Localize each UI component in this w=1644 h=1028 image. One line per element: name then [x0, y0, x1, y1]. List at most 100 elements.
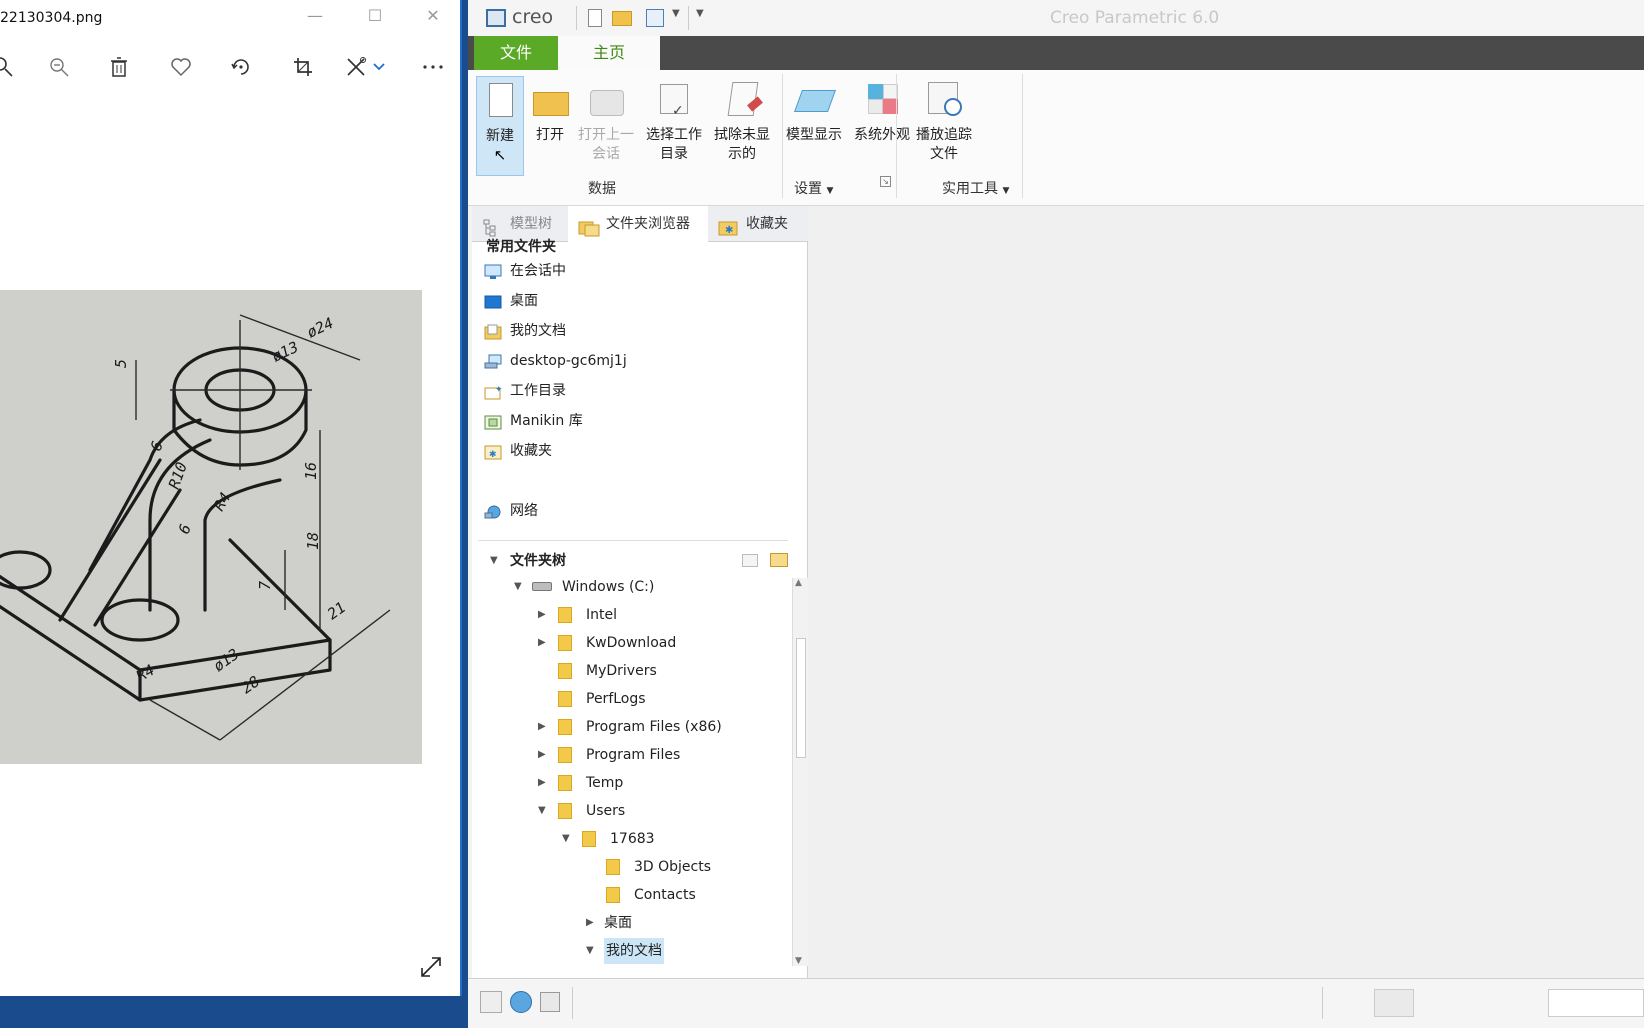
folder-tree-header[interactable]: ▼ 文件夹树: [490, 548, 790, 574]
folder-icon: [558, 775, 572, 791]
zoom-out-icon[interactable]: [44, 52, 74, 82]
customize-qat-icon[interactable]: ▼: [696, 8, 704, 19]
open-last-session-label-1: 打开上一: [578, 127, 634, 143]
chevron-down-icon[interactable]: [370, 52, 388, 82]
tree-node-desktop[interactable]: ▶ 桌面: [586, 910, 788, 936]
nav-item-computer[interactable]: desktop-gc6mj1j: [484, 348, 627, 374]
folder-icon: [558, 607, 572, 623]
working-directory-folder-icon: ✦: [484, 383, 503, 400]
dim-label: 7: [256, 581, 274, 590]
open-last-session-button[interactable]: 打开上一 会话: [574, 76, 638, 172]
tree-node-label: Contacts: [634, 887, 696, 903]
ribbon-separator: [896, 74, 897, 198]
nav-item-label: 桌面: [510, 293, 538, 309]
playback-trail-label-1: 播放追踪: [916, 127, 972, 143]
nav-item-favorites[interactable]: ✱ 收藏夹: [484, 438, 552, 464]
tree-node-windows-c[interactable]: ▼ Windows (C:): [514, 574, 784, 600]
tree-node-label: MyDrivers: [586, 663, 657, 679]
tree-node-3d-objects[interactable]: 3D Objects: [586, 854, 788, 880]
tree-scrollbar[interactable]: ▲ ▼: [792, 578, 808, 966]
desktop-icon: [484, 293, 502, 309]
nav-item-network[interactable]: 网络: [484, 498, 538, 524]
scroll-down-icon[interactable]: ▼: [795, 956, 802, 966]
tab-folder-browser[interactable]: 文件夹浏览器: [568, 206, 708, 243]
tree-node-mydrivers[interactable]: MyDrivers: [538, 658, 788, 684]
tree-node-users[interactable]: ▼ Users: [538, 798, 788, 824]
tree-node-17683[interactable]: ▼ 17683: [562, 826, 788, 852]
dialog-launcher-icon[interactable]: ↘: [880, 176, 891, 187]
zoom-in-icon[interactable]: [0, 52, 18, 82]
ribbon-home: 新建 ↖ 打开 打开上一 会话 ✓ 选择工作 目录 拭除未显 示的 数据 模型显…: [468, 70, 1644, 206]
tab-file[interactable]: 文件: [474, 36, 558, 70]
app-title: Creo Parametric 6.0: [1050, 8, 1220, 28]
delete-folder-icon[interactable]: [770, 553, 788, 567]
tab-home[interactable]: 主页: [558, 36, 660, 70]
browser-icon[interactable]: [510, 991, 532, 1013]
favorite-icon[interactable]: [166, 52, 196, 82]
collapse-arrow-icon: ▼: [562, 833, 570, 844]
full-screen-toggle-icon[interactable]: [540, 992, 560, 1012]
tree-node-label: Users: [586, 803, 626, 819]
tab-model-tree-label: 模型树: [510, 216, 552, 232]
tree-node-kwdownload[interactable]: ▶ KwDownload: [538, 630, 788, 656]
chevron-down-icon[interactable]: ▼: [672, 8, 680, 19]
tree-node-label: 桌面: [604, 915, 632, 931]
dim-label: 18: [304, 532, 322, 550]
model-display-button[interactable]: 模型显示: [778, 76, 850, 172]
app-menu-icon[interactable]: [486, 9, 506, 27]
favorites-folder-icon: ✱: [484, 443, 502, 460]
open-folder-icon[interactable]: [612, 11, 632, 26]
tree-node-perflogs[interactable]: PerfLogs: [538, 686, 788, 712]
scrollbar-thumb[interactable]: [796, 638, 806, 758]
selection-filter[interactable]: [1548, 989, 1644, 1017]
tree-node-contacts[interactable]: Contacts: [586, 882, 788, 908]
graphics-area[interactable]: [808, 206, 1644, 978]
scroll-up-icon[interactable]: ▲: [795, 578, 802, 588]
find-icon[interactable]: [1374, 989, 1414, 1017]
close-button[interactable]: ✕: [418, 6, 448, 25]
nav-item-label: desktop-gc6mj1j: [510, 353, 627, 369]
crop-icon[interactable]: [288, 52, 318, 82]
new-folder-icon[interactable]: [742, 554, 758, 567]
tab-folder-browser-label: 文件夹浏览器: [606, 216, 690, 232]
new-file-icon[interactable]: [588, 9, 602, 27]
edit-icon[interactable]: [342, 52, 372, 82]
nav-item-in-session[interactable]: 在会话中: [484, 258, 566, 284]
ribbon-tab-bar: 文件 主页: [468, 36, 1644, 70]
erase-not-displayed-button[interactable]: 拭除未显 示的: [706, 76, 778, 172]
nav-item-working-directory[interactable]: ✦ 工作目录: [484, 378, 566, 404]
tree-node-temp[interactable]: ▶ Temp: [538, 770, 788, 796]
taskbar-strip: [0, 996, 470, 1028]
playback-trail-file-button[interactable]: 播放追踪 文件: [902, 76, 986, 172]
nav-item-desktop[interactable]: 桌面: [484, 288, 538, 314]
select-working-directory-label-2: 目录: [660, 146, 688, 162]
dim-label: 5: [112, 359, 130, 368]
more-icon[interactable]: [418, 52, 448, 82]
windows-icon[interactable]: [646, 9, 664, 27]
rotate-icon[interactable]: [226, 52, 256, 82]
group-utilities-label[interactable]: 实用工具 ▼: [942, 178, 1009, 198]
collapse-arrow-icon: ▼: [490, 555, 498, 566]
tree-node-program-files-x86[interactable]: ▶ Program Files (x86): [538, 714, 788, 740]
fullscreen-icon[interactable]: [418, 954, 444, 984]
minimize-button[interactable]: —: [300, 6, 330, 25]
nav-item-my-documents[interactable]: 我的文档: [484, 318, 566, 344]
select-working-directory-button[interactable]: ✓ 选择工作 目录: [638, 76, 710, 172]
tab-favorites[interactable]: ✱ 收藏夹: [708, 206, 808, 242]
group-settings-label[interactable]: 设置 ▼: [794, 178, 833, 198]
tree-node-my-documents[interactable]: ▼ 我的文档: [586, 938, 788, 964]
expand-arrow-icon: ▶: [586, 917, 594, 928]
tree-node-intel[interactable]: ▶ Intel: [538, 602, 788, 628]
open-button[interactable]: 打开: [524, 76, 576, 172]
maximize-button[interactable]: ☐: [360, 6, 390, 25]
folder-tree-title: 文件夹树: [510, 553, 566, 569]
new-button[interactable]: 新建 ↖: [476, 76, 524, 176]
delete-icon[interactable]: [104, 52, 134, 82]
toggle-navigator-icon[interactable]: [480, 991, 502, 1013]
tree-node-program-files[interactable]: ▶ Program Files: [538, 742, 788, 768]
group-utilities-text: 实用工具: [942, 181, 998, 197]
computer-icon: [484, 353, 502, 369]
model-tree-icon: [482, 215, 502, 237]
nav-item-manikin-library[interactable]: Manikin 库: [484, 408, 583, 434]
select-working-directory-label-1: 选择工作: [646, 127, 702, 143]
